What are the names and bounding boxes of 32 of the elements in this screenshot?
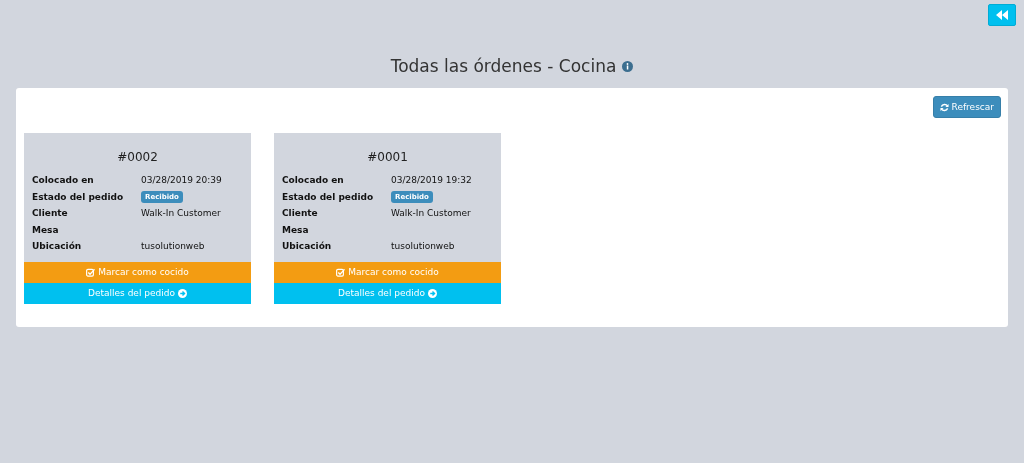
field-value: 03/28/2019 19:32	[391, 175, 473, 186]
field-label: Ubicación	[32, 241, 83, 252]
field-value: tusolutionweb	[391, 241, 456, 252]
field-label: Colocado en	[282, 175, 345, 186]
field-value: tusolutionweb	[141, 241, 206, 252]
mark-cooked-button[interactable]: Marcar como cocido	[274, 261, 501, 283]
info-icon	[622, 60, 634, 72]
order-number: #0002	[116, 150, 159, 164]
order-number: #0001	[366, 150, 409, 164]
field-label: Mesa	[282, 224, 310, 235]
arrow-circle-right-icon	[427, 288, 437, 298]
order-details-link[interactable]: Detalles del pedido	[274, 282, 501, 304]
double-chevron-left-icon	[996, 10, 1008, 20]
field-value: 03/28/2019 20:39	[141, 175, 223, 186]
field-label: Mesa	[32, 224, 60, 235]
field-label: Cliente	[282, 208, 319, 219]
field-label: Cliente	[32, 208, 69, 219]
order-details-link[interactable]: Detalles del pedido	[24, 282, 251, 304]
field-label: Estado del pedido	[32, 191, 125, 202]
field-label: Colocado en	[32, 175, 95, 186]
field-label: Estado del pedido	[282, 191, 375, 202]
checkbox-icon	[336, 267, 346, 277]
refresh-button[interactable]: Refrescar	[932, 96, 1001, 118]
collapse-button[interactable]	[988, 4, 1016, 26]
refresh-icon	[939, 102, 949, 112]
field-label: Ubicación	[282, 241, 333, 252]
field-value: Walk-In Customer	[141, 208, 222, 219]
checkbox-icon	[86, 267, 96, 277]
mark-cooked-button[interactable]: Marcar como cocido	[24, 261, 251, 283]
page-title: Todas las órdenes - Cocina	[390, 56, 617, 76]
field-value: Walk-In Customer	[391, 208, 472, 219]
arrow-circle-right-icon	[177, 288, 187, 298]
